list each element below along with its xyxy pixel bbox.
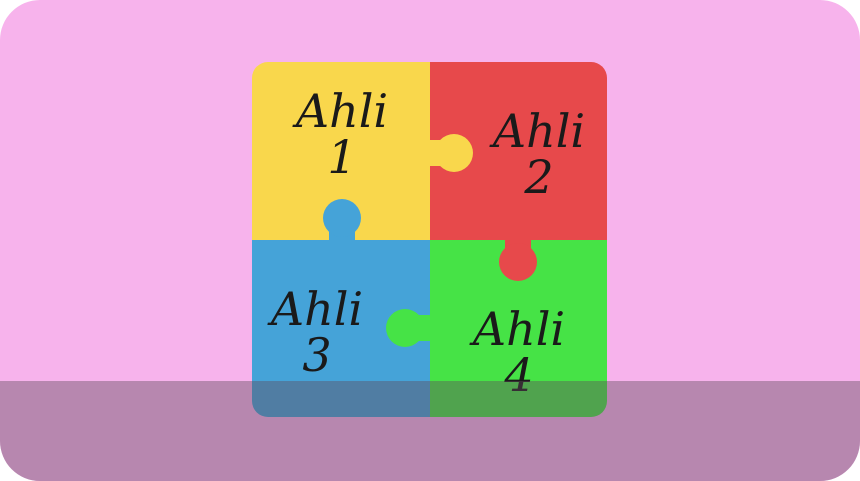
puzzle-card: Ahli 1 Ahli 2 Ahli 3 Ahli 4 bbox=[0, 0, 860, 481]
piece-3-word: Ahli bbox=[270, 282, 364, 336]
piece-1-number: 1 bbox=[327, 130, 357, 184]
piece-2-word: Ahli bbox=[492, 104, 586, 158]
piece-3-number: 3 bbox=[302, 328, 332, 382]
bottom-overlay-band bbox=[0, 381, 860, 481]
piece-label-3: Ahli 3 bbox=[262, 286, 372, 378]
piece-label-1: Ahli 1 bbox=[287, 88, 397, 180]
piece-4-word: Ahli bbox=[472, 302, 566, 356]
piece-label-2: Ahli 2 bbox=[484, 108, 594, 200]
piece-2-number: 2 bbox=[524, 150, 554, 204]
piece-1-word: Ahli bbox=[295, 84, 389, 138]
